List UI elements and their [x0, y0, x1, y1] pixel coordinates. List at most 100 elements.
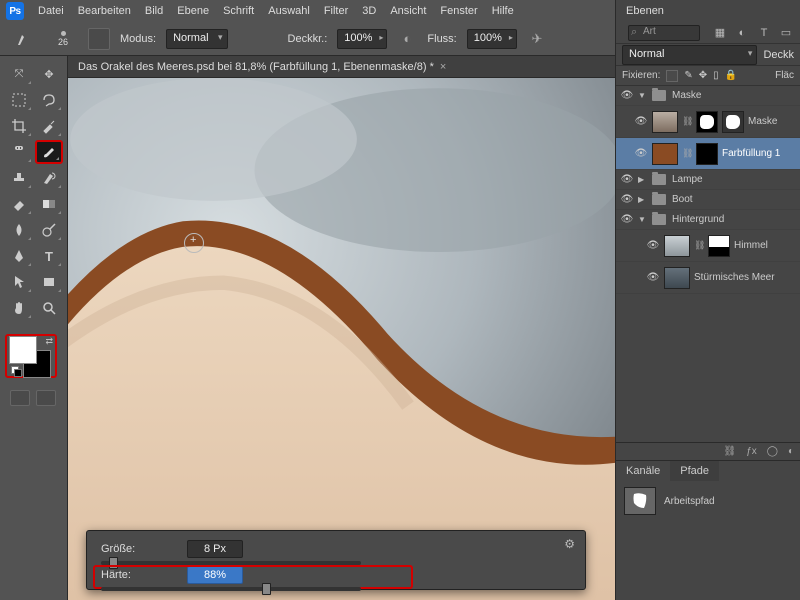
tool-preset-chip[interactable] — [10, 27, 38, 51]
gear-icon[interactable]: ⚙ — [564, 537, 575, 551]
layer-row[interactable]: 👁 ⛓ Maske — [616, 106, 800, 138]
filter-image-icon[interactable]: ▦ — [712, 25, 728, 41]
pen-tool[interactable] — [5, 244, 33, 268]
path-select-tool[interactable] — [5, 270, 33, 294]
brush-tool[interactable] — [35, 140, 63, 164]
layer-row[interactable]: 👁 ⛓ Himmel — [616, 230, 800, 262]
opacity-value[interactable]: 100% — [337, 29, 387, 49]
menu-filter[interactable]: Filter — [324, 5, 348, 17]
layer-thumb[interactable] — [652, 111, 678, 133]
lock-brush-icon[interactable]: ✎ — [684, 70, 692, 81]
quickmask-toggle[interactable] — [10, 390, 30, 406]
filter-adjust-icon[interactable]: ◐ — [734, 25, 750, 41]
visibility-icon[interactable]: 👁 — [620, 90, 634, 101]
filter-type-icon[interactable]: T — [756, 25, 772, 41]
mode-select[interactable]: Normal — [166, 29, 227, 49]
menu-select[interactable]: Auswahl — [268, 5, 310, 17]
blend-mode-select[interactable]: Normal — [622, 45, 757, 65]
history-brush-tool[interactable] — [35, 166, 63, 190]
path-row[interactable]: Arbeitspfad — [616, 481, 800, 521]
vector-mask-thumb[interactable] — [722, 111, 744, 133]
layer-row-selected[interactable]: 👁 ⛓ Farbfüllung 1 — [616, 138, 800, 170]
menu-help[interactable]: Hilfe — [492, 5, 514, 17]
layer-thumb[interactable] — [664, 267, 690, 289]
menu-3d[interactable]: 3D — [362, 5, 376, 17]
mask-icon[interactable]: ◯ — [767, 446, 778, 457]
document-tab[interactable]: Das Orakel des Meeres.psd bei 81,8% (Far… — [68, 56, 615, 78]
menu-window[interactable]: Fenster — [440, 5, 477, 17]
visibility-icon[interactable]: 👁 — [646, 272, 660, 283]
group-row[interactable]: 👁 ▼ Hintergrund — [616, 210, 800, 230]
brush-panel-toggle[interactable] — [88, 28, 110, 50]
visibility-icon[interactable]: 👁 — [634, 148, 648, 159]
link-layers-icon[interactable]: ⛓ — [723, 446, 736, 457]
visibility-icon[interactable]: 👁 — [620, 174, 634, 185]
layer-thumb[interactable] — [652, 143, 678, 165]
link-icon[interactable]: ⛓ — [694, 240, 704, 251]
layer-row[interactable]: 👁 Stürmisches Meer — [616, 262, 800, 294]
tab-paths[interactable]: Pfade — [670, 461, 719, 481]
default-colors-icon[interactable] — [11, 366, 21, 376]
color-swatches[interactable]: ⇄ — [5, 334, 57, 378]
menu-layer[interactable]: Ebene — [177, 5, 209, 17]
brush-preset[interactable]: 26 — [48, 26, 78, 52]
pressure-opacity-icon[interactable]: ◐ — [397, 29, 417, 49]
menu-edit[interactable]: Bearbeiten — [78, 5, 131, 17]
tab-channels[interactable]: Kanäle — [616, 461, 670, 481]
adjustment-icon[interactable]: ◐ — [788, 446, 794, 457]
swap-colors-icon[interactable]: ⇄ — [45, 336, 53, 347]
group-row[interactable]: 👁 ▼ Maske — [616, 86, 800, 106]
menu-image[interactable]: Bild — [145, 5, 163, 17]
visibility-icon[interactable]: 👁 — [634, 116, 648, 127]
hand-tool[interactable] — [5, 296, 33, 320]
rectangle-tool[interactable] — [35, 270, 63, 294]
airbrush-icon[interactable]: ✈ — [527, 29, 547, 49]
menu-file[interactable]: Datei — [38, 5, 64, 17]
visibility-icon[interactable]: 👁 — [620, 194, 634, 205]
heal-tool[interactable] — [5, 140, 33, 164]
layer-thumb[interactable] — [664, 235, 690, 257]
flow-value[interactable]: 100% — [467, 29, 517, 49]
lock-move-icon[interactable]: ✥ — [699, 70, 707, 81]
link-icon[interactable]: ⛓ — [682, 148, 692, 159]
size-value[interactable]: 8 Px — [187, 540, 243, 558]
lock-pixels-icon[interactable] — [666, 70, 678, 82]
fx-icon[interactable]: ƒx — [746, 446, 757, 457]
layer-filter-search[interactable]: Art — [628, 25, 700, 41]
group-row[interactable]: 👁 ▶ Boot — [616, 190, 800, 210]
crop-tool[interactable] — [5, 114, 33, 138]
type-tool[interactable]: T — [35, 244, 63, 268]
visibility-icon[interactable]: 👁 — [620, 214, 634, 225]
screenmode-toggle[interactable] — [36, 390, 56, 406]
blur-tool[interactable] — [5, 218, 33, 242]
stamp-tool[interactable] — [5, 166, 33, 190]
hardness-slider[interactable] — [262, 583, 271, 595]
caret-right-icon[interactable]: ▶ — [638, 195, 648, 204]
link-icon[interactable]: ⛓ — [682, 116, 692, 127]
menu-type[interactable]: Schrift — [223, 5, 254, 17]
menu-view[interactable]: Ansicht — [390, 5, 426, 17]
close-icon[interactable]: × — [440, 61, 446, 73]
foreground-color[interactable] — [9, 336, 37, 364]
marquee-tool[interactable] — [5, 88, 33, 112]
dodge-tool[interactable] — [35, 218, 63, 242]
layers-panel-tab[interactable]: Ebenen — [622, 2, 668, 20]
layer-mask-thumb[interactable] — [708, 235, 730, 257]
canvas[interactable] — [68, 78, 615, 600]
zoom-tool[interactable] — [35, 296, 63, 320]
lock-all-icon[interactable]: 🔒 — [725, 70, 737, 81]
layer-mask-thumb[interactable] — [696, 111, 718, 133]
caret-down-icon[interactable]: ▼ — [638, 215, 648, 224]
caret-down-icon[interactable]: ▼ — [638, 91, 648, 100]
lasso-tool[interactable] — [35, 88, 63, 112]
filter-shape-icon[interactable]: ▭ — [778, 25, 794, 41]
lock-artboard-icon[interactable]: ▯ — [713, 70, 719, 81]
eraser-tool[interactable] — [5, 192, 33, 216]
move-handles-icon[interactable]: ⤧ — [5, 62, 33, 86]
eyedropper-tool[interactable] — [35, 114, 63, 138]
move-tool[interactable]: ✥ — [35, 62, 63, 86]
gradient-tool[interactable] — [35, 192, 63, 216]
layer-mask-thumb[interactable] — [696, 143, 718, 165]
visibility-icon[interactable]: 👁 — [646, 240, 660, 251]
group-row[interactable]: 👁 ▶ Lampe — [616, 170, 800, 190]
